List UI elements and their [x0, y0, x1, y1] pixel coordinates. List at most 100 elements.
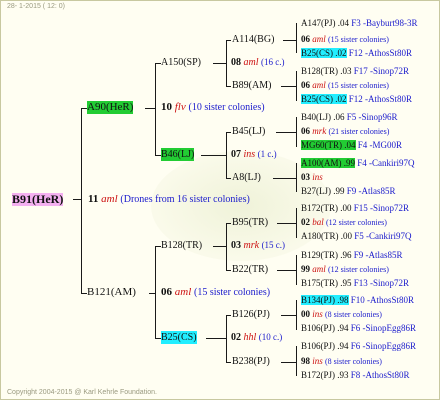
gen-note: (8 sister colonies) — [325, 357, 382, 366]
gen-note: (12 sister colonies) — [326, 218, 387, 227]
leaf-b27[interactable]: B27(LJ) .99 F9 -Atlas85R — [301, 185, 396, 198]
gen-note: (15 c.) — [261, 240, 286, 250]
gen-b95: 02 bal (12 sister colonies) — [301, 216, 387, 229]
leaf-link[interactable]: F8 -AthosSt80R — [351, 370, 410, 380]
leaf-link[interactable]: F4 -MG00R — [358, 140, 402, 150]
leaf-link[interactable]: F10 -AthosSt80R — [351, 295, 414, 305]
gen-number: 02 — [231, 332, 241, 343]
gen-note: (21 sister colonies) — [328, 127, 390, 136]
leaf-a180[interactable]: A180(TR) .00 F5 -Cankiri97Q — [301, 230, 412, 243]
bee-a114[interactable]: A114(BG) — [232, 33, 274, 46]
gen-b238: 98 ins (8 sister colonies) — [301, 355, 382, 368]
leaf-b128tr[interactable]: B128(TR) .03 F17 -Sinop72R — [301, 65, 409, 78]
leaf-link[interactable]: F12 -AthosSt80R — [349, 48, 412, 58]
leaf-b40[interactable]: B40(LJ) .06 F5 -Sinop96R — [301, 111, 398, 124]
bee-b45[interactable]: B45(LJ) — [232, 125, 265, 138]
gen-code: mrk — [312, 126, 327, 136]
bee-b22[interactable]: B22(TR) — [232, 263, 268, 276]
root-gen-number: 11 — [88, 193, 99, 205]
leaf-b175[interactable]: B175(TR) .95 F13 -Sinop72R — [301, 277, 409, 290]
leaf-link[interactable]: F5 -Cankiri97Q — [354, 231, 411, 241]
gen-b46: 07 ins (1 c.) — [231, 148, 277, 161]
leaf-name: B40(LJ) .06 — [301, 112, 345, 122]
gen-code: ins — [243, 149, 256, 160]
father-gen-code: aml — [174, 286, 192, 298]
leaf-link[interactable]: F17 -Sinop72R — [354, 66, 409, 76]
gen-number: 06 — [301, 34, 310, 44]
father-gen-number: 06 — [161, 286, 172, 298]
root-drone-gen: 11 aml (Drones from 16 sister colonies) — [88, 193, 250, 206]
gen-code: hhl — [243, 332, 257, 343]
father-gen-note: (15 sister colonies) — [194, 287, 271, 298]
gen-number: 99 — [301, 264, 310, 274]
leaf-name: B172(PJ) .93 — [301, 370, 349, 380]
father-drone-gen: 06 aml (15 sister colonies) — [161, 286, 270, 299]
gen-code: aml — [243, 57, 259, 68]
gen-note: (10 c.) — [258, 332, 283, 342]
bee-b25[interactable]: B25(CS) — [161, 331, 197, 344]
bee-a8[interactable]: A8(LJ) — [232, 171, 261, 184]
leaf-link[interactable]: F9 -Atlas85R — [347, 186, 396, 196]
mother-gen-code: flv — [174, 101, 186, 113]
timestamp: 28- 1-2015 ( 12: 0) — [7, 3, 65, 10]
leaf-link[interactable]: F13 -Sinop72R — [354, 278, 409, 288]
gen-note: (12 sister colonies) — [328, 265, 389, 274]
gen-number: 00 — [301, 309, 310, 319]
gen-code: aml — [312, 80, 326, 90]
father-bee[interactable]: B121(AM) — [87, 286, 136, 299]
leaf-name: A147(PJ) .04 — [301, 18, 350, 28]
mother-gen-note: (10 sister colonies) — [188, 102, 265, 113]
leaf-name: B175(TR) .95 — [301, 278, 352, 288]
leaf-name: B172(TR) .00 — [301, 203, 352, 213]
gen-note: (1 c.) — [257, 149, 277, 159]
mother-gen-number: 10 — [161, 101, 172, 113]
leaf-link[interactable]: F15 -Sinop72R — [354, 203, 409, 213]
leaf-name: A180(TR) .00 — [301, 231, 352, 241]
leaf-b129[interactable]: B129(TR) .96 F9 -Atlas85R — [301, 249, 403, 262]
leaf-link[interactable]: F3 -Bayburt98-3R — [351, 18, 417, 28]
leaf-b106b[interactable]: B106(PJ) .94 F6 -SinopEgg86R — [301, 340, 416, 353]
leaf-link[interactable]: F6 -SinopEgg86R — [351, 323, 416, 333]
leaf-link[interactable]: F5 -Sinop96R — [347, 112, 398, 122]
bee-b89[interactable]: B89(AM) — [232, 79, 271, 92]
leaf-b172a[interactable]: B172(TR) .00 F15 -Sinop72R — [301, 202, 409, 215]
bee-b128[interactable]: B128(TR) — [161, 239, 202, 252]
gen-code: ins — [312, 356, 323, 366]
leaf-b25cs-b[interactable]: B25(CS) .02 F12 -AthosSt80R — [301, 93, 412, 106]
leaf-link[interactable]: F12 -AthosSt80R — [349, 94, 412, 104]
leaf-a147[interactable]: A147(PJ) .04 F3 -Bayburt98-3R — [301, 17, 418, 30]
root-gen-note: (Drones from 16 sister colonies) — [120, 194, 250, 205]
gen-b45: 06 mrk (21 sister colonies) — [301, 125, 389, 138]
gen-number: 06 — [301, 80, 310, 90]
gen-code: aml — [312, 34, 326, 44]
leaf-name: A100(AM) .99 — [301, 158, 355, 168]
leaf-b134[interactable]: B134(PJ) .98 F10 -AthosSt80R — [301, 294, 414, 307]
bee-b126[interactable]: B126(PJ) — [232, 308, 270, 321]
gen-b126: 00 ins (8 sister colonies) — [301, 308, 382, 321]
leaf-a100[interactable]: A100(AM) .99 F4 -Cankiri97Q — [301, 157, 415, 170]
mother-bee[interactable]: A90(HeR) — [87, 101, 134, 114]
gen-note: (16 c.) — [261, 57, 285, 67]
leaf-mg60[interactable]: MG60(TR) .04 F4 -MG00R — [301, 139, 402, 152]
leaf-name: B27(LJ) .99 — [301, 186, 345, 196]
gen-number: 08 — [231, 57, 241, 68]
root-bee[interactable]: B91(HeR) — [12, 193, 64, 206]
gen-note: (8 sister colonies) — [325, 310, 382, 319]
leaf-b172b[interactable]: B172(PJ) .93 F8 -AthosSt80R — [301, 369, 410, 382]
leaf-b25cs-a[interactable]: B25(CS) .02 F12 -AthosSt80R — [301, 47, 412, 60]
bee-b95[interactable]: B95(TR) — [232, 216, 268, 229]
gen-code: mrk — [243, 240, 260, 251]
gen-a114: 06 aml (15 sister colonies) — [301, 33, 389, 46]
leaf-b106a[interactable]: B106(PJ) .94 F6 -SinopEgg86R — [301, 322, 416, 335]
bee-a150[interactable]: A150(SP) — [161, 56, 201, 69]
leaf-link[interactable]: F6 -SinopEgg86R — [351, 341, 416, 351]
gen-code: ins — [312, 309, 323, 319]
bee-b238[interactable]: B238(PJ) — [232, 355, 270, 368]
gen-number: 02 — [301, 217, 310, 227]
leaf-link[interactable]: F4 -Cankiri97Q — [357, 158, 414, 168]
gen-note: (15 sister colonies) — [328, 35, 389, 44]
leaf-name: B25(CS) .02 — [301, 94, 347, 104]
gen-a8: 03 ins — [301, 171, 323, 184]
leaf-link[interactable]: F9 -Atlas85R — [354, 250, 403, 260]
bee-b46[interactable]: B46(LJ) — [161, 148, 195, 161]
